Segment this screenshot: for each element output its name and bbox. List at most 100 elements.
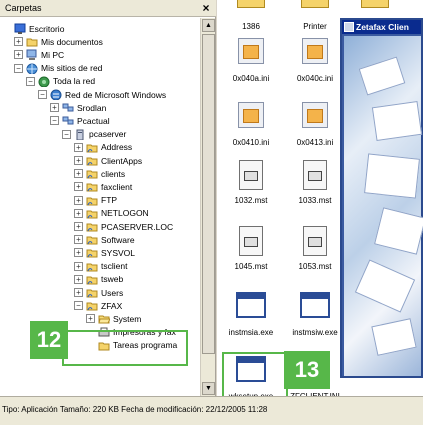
expand-icon[interactable]: + bbox=[50, 103, 59, 113]
close-icon[interactable]: × bbox=[200, 1, 212, 15]
file-item[interactable]: 1033.mst bbox=[283, 160, 347, 205]
fax-sheet-graphic bbox=[364, 153, 420, 199]
tree-scrollbar[interactable]: ▲ ▼ bbox=[200, 18, 215, 396]
expand-icon[interactable]: + bbox=[74, 195, 83, 205]
tree-node[interactable]: + faxclient bbox=[74, 180, 132, 193]
computer-icon bbox=[26, 49, 38, 61]
expand-icon[interactable]: + bbox=[74, 182, 83, 192]
expand-icon[interactable]: + bbox=[86, 314, 95, 324]
collapse-icon[interactable]: − bbox=[38, 90, 47, 99]
tree-node[interactable]: − Mis sitios de red bbox=[14, 62, 102, 75]
workgroup-icon bbox=[62, 102, 74, 113]
file-item[interactable]: Printer bbox=[283, 0, 347, 31]
application-icon bbox=[236, 292, 266, 322]
file-name: instmsiw.exe bbox=[292, 328, 338, 337]
zetafax-window-title: Zetafax Clien bbox=[356, 22, 409, 32]
collapse-icon[interactable]: − bbox=[50, 116, 59, 126]
shared-folder-icon bbox=[86, 300, 98, 311]
shared-folder-icon bbox=[86, 287, 98, 298]
tree-node-label: clients bbox=[101, 168, 126, 179]
tree-node[interactable]: + SYSVOL bbox=[74, 246, 135, 259]
tree-node[interactable]: + tsclient bbox=[74, 260, 127, 273]
tree-node-label: faxclient bbox=[101, 181, 133, 192]
tree-node[interactable]: + Srodlan bbox=[50, 101, 106, 114]
expand-icon[interactable]: + bbox=[74, 222, 83, 231]
tree-node-label: Mis documentos bbox=[41, 36, 103, 47]
collapse-icon[interactable]: − bbox=[26, 76, 35, 86]
scroll-down-icon[interactable]: ▼ bbox=[202, 382, 215, 395]
expand-icon[interactable]: + bbox=[74, 288, 83, 297]
tree-node[interactable]: + PCASERVER.LOC bbox=[74, 220, 173, 233]
expand-icon[interactable]: + bbox=[74, 248, 83, 258]
scrollbar-thumb[interactable] bbox=[202, 34, 215, 354]
scroll-up-icon[interactable]: ▲ bbox=[202, 19, 215, 32]
tree-node-label: Red de Microsoft Windows bbox=[65, 89, 167, 100]
tree-node[interactable]: − Pcactual bbox=[50, 114, 110, 127]
expand-icon[interactable]: + bbox=[74, 208, 83, 218]
zetafax-app-icon bbox=[344, 22, 354, 32]
tree-node[interactable]: − pcaserver bbox=[62, 128, 126, 141]
file-name: 1053.mst bbox=[298, 262, 332, 271]
expand-icon[interactable]: + bbox=[74, 274, 83, 284]
fax-sheet-graphic bbox=[371, 318, 417, 356]
tree-node[interactable]: − Red de Microsoft Windows bbox=[38, 88, 166, 101]
expand-icon[interactable]: + bbox=[74, 142, 83, 152]
tree-node[interactable]: + Mis documentos bbox=[14, 35, 103, 48]
tree-node[interactable]: + Software bbox=[74, 233, 135, 246]
shared-folder-icon bbox=[86, 234, 98, 245]
tree-node[interactable]: + System bbox=[86, 312, 141, 325]
shared-folder-icon bbox=[86, 247, 98, 258]
windows-network-icon bbox=[50, 89, 62, 101]
file-name: 1045.mst bbox=[234, 262, 268, 271]
tree-node[interactable]: + ClientApps bbox=[74, 154, 142, 167]
tree-node[interactable]: + Mi PC bbox=[14, 48, 64, 61]
collapse-icon[interactable]: − bbox=[74, 301, 83, 311]
file-item[interactable]: 1045.mst bbox=[219, 226, 283, 271]
file-item[interactable]: 0x040a.ini bbox=[219, 36, 283, 83]
file-item[interactable]: 0x0413.ini bbox=[283, 100, 347, 147]
tree-node[interactable]: + FTP bbox=[74, 194, 117, 207]
file-item[interactable]: instmsia.exe bbox=[219, 290, 283, 337]
file-item[interactable]: 1053.mst bbox=[283, 226, 347, 271]
file-item[interactable]: 0x040c.ini bbox=[283, 36, 347, 83]
collapse-icon[interactable]: − bbox=[62, 129, 71, 139]
expand-icon[interactable]: + bbox=[14, 37, 23, 47]
zetafax-titlebar[interactable]: Zetafax Clien bbox=[342, 20, 421, 34]
file-name: 0x0413.ini bbox=[296, 138, 334, 147]
wksetup-highlight bbox=[222, 352, 288, 398]
tree-node[interactable]: + NETLOGON bbox=[74, 207, 149, 220]
folder-icon bbox=[300, 0, 330, 16]
expand-icon[interactable]: + bbox=[74, 156, 83, 165]
zetafax-splash-art bbox=[344, 36, 423, 376]
file-item[interactable]: 1386 bbox=[219, 0, 283, 31]
server-icon bbox=[74, 129, 86, 141]
tree-node[interactable]: Escritorio bbox=[2, 22, 64, 35]
folders-pane-header: Carpetas × bbox=[0, 0, 216, 17]
expand-icon[interactable]: + bbox=[74, 261, 83, 271]
folder-icon bbox=[360, 0, 390, 16]
tree-node[interactable]: + Users bbox=[74, 286, 123, 299]
collapse-icon[interactable]: − bbox=[14, 63, 23, 73]
tree-node-label: Pcactual bbox=[77, 115, 110, 126]
expand-icon[interactable]: + bbox=[14, 50, 23, 60]
file-name: 1032.mst bbox=[234, 196, 268, 205]
desktop-icon bbox=[14, 23, 26, 34]
shared-folder-icon bbox=[86, 181, 98, 192]
tree-node-label: Users bbox=[101, 287, 124, 298]
tree-node[interactable]: − ZFAX bbox=[74, 299, 122, 312]
file-item[interactable]: 0x0410.ini bbox=[219, 100, 283, 147]
file-item[interactable]: 1032.mst bbox=[219, 160, 283, 205]
folder-open-icon bbox=[98, 313, 111, 324]
tree-node[interactable]: + Address bbox=[74, 141, 132, 154]
callout-12: 12 bbox=[30, 321, 68, 359]
zetafax-window[interactable]: Zetafax Clien bbox=[340, 18, 423, 378]
shared-folder-icon bbox=[86, 142, 98, 153]
file-item[interactable]: instmsiw.exe bbox=[283, 290, 347, 337]
expand-icon[interactable]: + bbox=[74, 169, 83, 179]
shared-folder-icon bbox=[86, 221, 98, 232]
tree-node[interactable]: + clients bbox=[74, 167, 125, 180]
tree-node-label: Address bbox=[101, 142, 133, 153]
expand-icon[interactable]: + bbox=[74, 235, 83, 245]
tree-node[interactable]: − Toda la red bbox=[26, 75, 95, 88]
tree-node[interactable]: + tsweb bbox=[74, 273, 123, 286]
